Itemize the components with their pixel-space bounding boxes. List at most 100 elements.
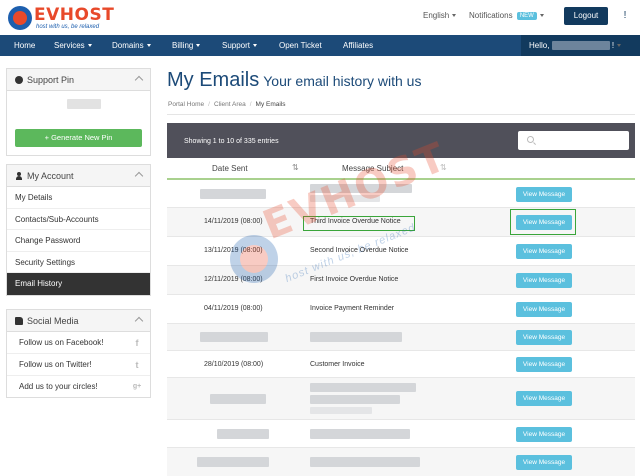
user-menu[interactable]: Hello, ! [521, 35, 640, 56]
social-facebook[interactable]: Follow us on Facebook! f [7, 332, 150, 354]
social-media-panel: Social Media Follow us on Facebook! f Fo… [6, 309, 151, 398]
sidebar-item-contacts[interactable]: Contacts/Sub-Accounts [7, 209, 150, 230]
redacted-subject [310, 332, 402, 342]
nav-services[interactable]: Services [54, 35, 92, 56]
nav-billing[interactable]: Billing [172, 35, 201, 56]
sort-desc-icon[interactable]: ⇅ [292, 164, 299, 172]
date-sent: 04/11/2019 (08:00) [204, 305, 263, 312]
sidebar-item-security-settings[interactable]: Security Settings [7, 252, 150, 273]
social-twitter[interactable]: Follow us on Twitter! t [7, 354, 150, 376]
redacted-subject [310, 395, 400, 404]
close-circle-icon [15, 76, 23, 84]
chevron-up-icon [134, 75, 144, 85]
new-badge: NEW [516, 12, 537, 20]
view-message-button[interactable]: View Message [516, 330, 572, 345]
chevron-down-icon [617, 44, 622, 47]
hello-label: Hello, [529, 41, 550, 50]
view-message-button[interactable]: View Message [516, 187, 572, 202]
table-row: View Message [167, 180, 635, 208]
date-sent: 28/10/2019 (08:00) [204, 361, 264, 368]
message-subject: Invoice Payment Reminder [310, 305, 395, 312]
view-message-button[interactable]: View Message [516, 273, 572, 288]
redacted-date [210, 394, 266, 404]
chevron-down-icon [539, 14, 544, 17]
highlight-subject [303, 216, 415, 231]
view-message-button[interactable]: View Message [516, 244, 572, 259]
redacted-username [551, 41, 610, 51]
table-row: View Message [167, 420, 635, 448]
breadcrumb-portal-home[interactable]: Portal Home [168, 101, 204, 108]
redacted-subject [310, 383, 416, 392]
view-message-button[interactable]: View Message [516, 427, 572, 442]
chevron-up-icon [134, 171, 144, 181]
redacted-date [200, 332, 268, 342]
chevron-down-icon [452, 14, 457, 17]
table-row: View Message [167, 378, 635, 420]
date-sent: 14/11/2019 (08:00) [204, 218, 263, 225]
nav-support[interactable]: Support [222, 35, 258, 56]
redacted-pin [67, 99, 101, 109]
view-message-button[interactable]: View Message [516, 357, 572, 372]
hello-suffix: ! [611, 41, 615, 50]
view-message-button[interactable]: View Message [516, 302, 572, 317]
sidebar-item-email-history[interactable]: Email History [7, 273, 150, 295]
nav-support-label: Support [222, 41, 251, 50]
chevron-down-icon [87, 44, 92, 47]
user-icon [15, 172, 23, 180]
chevron-down-icon [146, 44, 151, 47]
evhost-logo[interactable]: EVHOST host with us, be relaxed [8, 5, 118, 31]
site-header: EVHOST host with us, be relaxed English … [0, 0, 640, 35]
sidebar-item-change-password[interactable]: Change Password [7, 230, 150, 252]
table-row: 04/11/2019 (08:00) Invoice Payment Remin… [167, 295, 635, 324]
redacted-subject [310, 429, 410, 439]
thumbs-up-icon [15, 317, 23, 325]
support-pin-panel: Support Pin + Generate New Pin [6, 68, 151, 156]
message-subject: Customer Invoice [310, 361, 365, 368]
view-message-button[interactable]: View Message [516, 455, 572, 470]
table-row: View Message [167, 324, 635, 351]
breadcrumb-client-area[interactable]: Client Area [214, 101, 246, 108]
chevron-up-icon [134, 316, 144, 326]
nav-services-label: Services [54, 41, 85, 50]
sidebar-item-my-details[interactable]: My Details [7, 187, 150, 209]
social-media-header[interactable]: Social Media [7, 310, 150, 332]
table-row: 28/10/2019 (08:00) Customer Invoice View… [167, 351, 635, 378]
date-sent: 13/11/2019 (08:00) [204, 247, 263, 254]
search-input[interactable] [518, 131, 629, 150]
redacted-date [217, 429, 269, 439]
logout-button[interactable]: Logout [564, 7, 608, 25]
page-subtitle: Your email history with us [263, 73, 422, 89]
date-sent: 12/11/2019 (08:00) [204, 276, 263, 283]
view-message-button[interactable]: View Message [516, 391, 572, 406]
nav-domains[interactable]: Domains [112, 35, 151, 56]
redacted-subject [310, 195, 380, 202]
nav-home[interactable]: Home [14, 35, 35, 56]
column-header-date-sent[interactable]: Date Sent [212, 158, 248, 179]
nav-open-ticket[interactable]: Open Ticket [279, 35, 322, 56]
social-google-plus[interactable]: Add us to your circles! g+ [7, 376, 150, 398]
table-toolbar: Showing 1 to 10 of 335 entries [167, 123, 635, 158]
my-account-header[interactable]: My Account [7, 165, 150, 187]
generate-pin-button[interactable]: + Generate New Pin [15, 129, 142, 147]
redacted-subject [310, 457, 420, 467]
nav-billing-label: Billing [172, 41, 194, 50]
language-selector[interactable]: English [423, 11, 457, 20]
chevron-down-icon [253, 44, 258, 47]
table-row: View Message [167, 448, 635, 476]
support-pin-header[interactable]: Support Pin [7, 69, 150, 91]
google-plus-icon: g+ [132, 383, 142, 390]
nav-affiliates[interactable]: Affiliates [343, 35, 373, 56]
social-google-plus-label: Add us to your circles! [19, 382, 98, 391]
message-subject: Second Invoice Overdue Notice [310, 247, 409, 254]
column-header-message-subject[interactable]: Message Subject [342, 158, 403, 179]
highlight-view-button [510, 209, 576, 235]
notifications-menu[interactable]: Notifications NEW [469, 11, 544, 20]
twitter-icon: t [135, 360, 139, 370]
sort-icon[interactable]: ⇅ [440, 164, 447, 172]
alert-icon[interactable]: ! [617, 8, 633, 24]
redacted-subject [310, 407, 372, 414]
main-nav: Home Services Domains Billing Support Op… [0, 35, 640, 56]
page-title-main: My Emails [167, 69, 260, 91]
breadcrumb-current: My Emails [255, 101, 286, 108]
notifications-label: Notifications [469, 11, 513, 20]
